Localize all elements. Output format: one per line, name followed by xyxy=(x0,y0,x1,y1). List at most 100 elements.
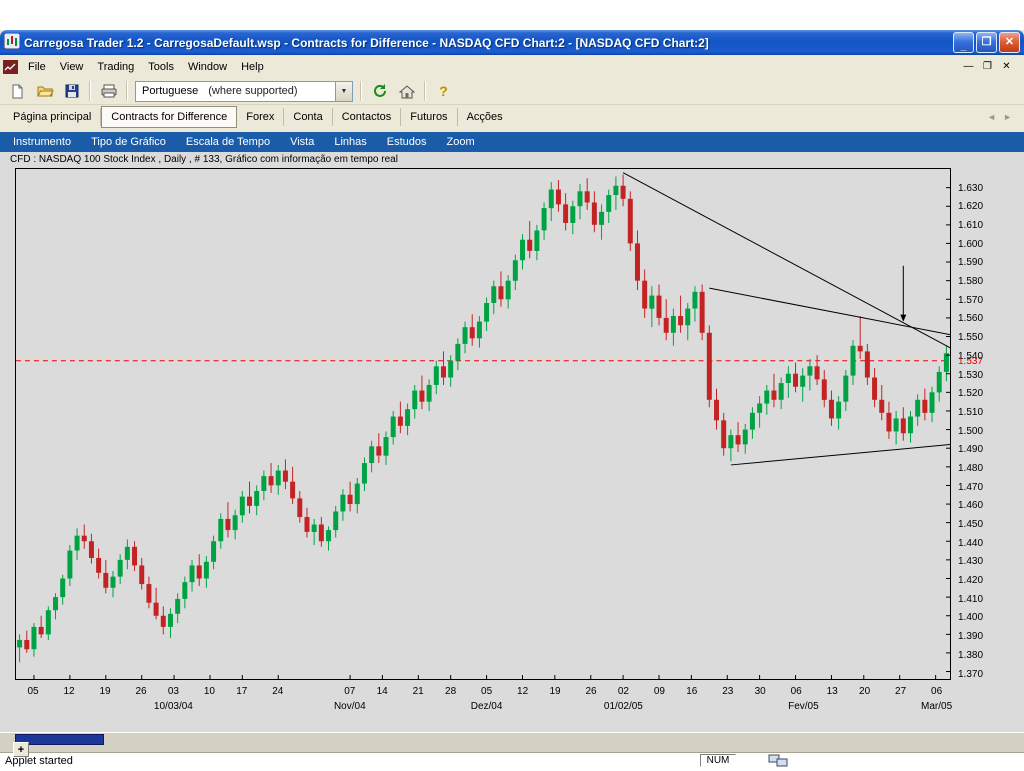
x-axis-month-label: 10/03/04 xyxy=(154,701,193,712)
y-axis-label: 1.600 xyxy=(958,239,983,250)
status-bar: Applet started NUM xyxy=(0,752,1024,768)
restore-button[interactable]: ❐ xyxy=(976,32,997,53)
save-icon xyxy=(64,83,80,99)
minimize-button[interactable]: _ xyxy=(953,32,974,53)
language-hint: (where supported) xyxy=(208,85,297,97)
mdi-window-controls: — ❐ ✕ xyxy=(960,59,1021,74)
app-window: Carregosa Trader 1.2 - CarregosaDefault.… xyxy=(0,30,1024,768)
help-button[interactable]: ? xyxy=(431,80,456,103)
current-price-label: 1.537 xyxy=(958,356,983,367)
x-axis-label: 12 xyxy=(517,686,528,697)
chart-menu-zoom[interactable]: Zoom xyxy=(437,134,485,150)
title-bar[interactable]: Carregosa Trader 1.2 - CarregosaDefault.… xyxy=(0,30,1024,55)
menu-trading[interactable]: Trading xyxy=(90,57,141,77)
y-axis-label: 1.550 xyxy=(958,332,983,343)
chart-menu-bar: Instrumento Tipo de Gráfico Escala de Te… xyxy=(0,132,1024,152)
new-button[interactable] xyxy=(5,80,30,103)
x-axis-label: 19 xyxy=(99,686,110,697)
mdi-close-button[interactable]: ✕ xyxy=(998,59,1015,74)
toolbar-separator xyxy=(126,81,128,101)
x-axis-label: 14 xyxy=(377,686,388,697)
y-axis-label: 1.460 xyxy=(958,500,983,511)
menu-help[interactable]: Help xyxy=(234,57,271,77)
x-axis-label: 09 xyxy=(654,686,665,697)
x-axis-label: 21 xyxy=(413,686,424,697)
x-axis-label: 07 xyxy=(344,686,355,697)
candlestick-chart[interactable] xyxy=(15,168,951,680)
y-axis-label: 1.510 xyxy=(958,407,983,418)
x-axis-label: 27 xyxy=(895,686,906,697)
num-lock-indicator: NUM xyxy=(700,754,736,767)
y-axis-label: 1.530 xyxy=(958,370,983,381)
chart-menu-estudos[interactable]: Estudos xyxy=(377,134,437,150)
tab-strip: Página principal Contracts for Differenc… xyxy=(0,105,1024,128)
mdi-child-icon[interactable] xyxy=(3,60,18,74)
app-icon xyxy=(4,33,20,52)
x-axis-label: 02 xyxy=(618,686,629,697)
x-axis-label: 12 xyxy=(63,686,74,697)
refresh-button[interactable] xyxy=(367,80,392,103)
network-status-icon xyxy=(768,754,788,771)
tab-futuros[interactable]: Futuros xyxy=(401,108,457,126)
tab-accoes[interactable]: Acções xyxy=(458,108,512,126)
y-axis-label: 1.590 xyxy=(958,257,983,268)
dropdown-arrow-icon[interactable]: ▼ xyxy=(335,82,352,101)
chart-menu-tipo-de-grafico[interactable]: Tipo de Gráfico xyxy=(81,134,176,150)
language-value: Portuguese xyxy=(136,85,204,97)
y-axis-label: 1.620 xyxy=(958,201,983,212)
tab-conta[interactable]: Conta xyxy=(284,108,332,126)
x-axis-label: 26 xyxy=(135,686,146,697)
print-button[interactable] xyxy=(96,80,121,103)
y-axis-label: 1.490 xyxy=(958,444,983,455)
horizontal-scrollbar[interactable] xyxy=(0,732,1024,746)
tab-scroll-left-icon[interactable]: ◄ xyxy=(987,112,996,122)
tab-pagina-principal[interactable]: Página principal xyxy=(4,108,101,126)
x-axis-label: 06 xyxy=(931,686,942,697)
home-button[interactable] xyxy=(394,80,419,103)
y-axis-label: 1.370 xyxy=(958,669,983,680)
toolbar-separator xyxy=(424,81,426,101)
mdi-restore-button[interactable]: ❐ xyxy=(979,59,996,74)
open-button[interactable] xyxy=(32,80,57,103)
menu-file[interactable]: File xyxy=(21,57,53,77)
tab-contracts-for-difference[interactable]: Contracts for Difference xyxy=(101,106,237,128)
x-axis-label: 23 xyxy=(722,686,733,697)
chart-menu-escala-de-tempo[interactable]: Escala de Tempo xyxy=(176,134,280,150)
language-select[interactable]: Portuguese (where supported) ▼ xyxy=(135,81,353,102)
menu-window[interactable]: Window xyxy=(181,57,234,77)
x-axis-label: 16 xyxy=(686,686,697,697)
x-axis-label: 05 xyxy=(27,686,38,697)
y-axis-label: 1.520 xyxy=(958,388,983,399)
y-axis-label: 1.560 xyxy=(958,313,983,324)
y-axis-label: 1.410 xyxy=(958,594,983,605)
chart-menu-linhas[interactable]: Linhas xyxy=(324,134,376,150)
x-axis-label: 28 xyxy=(445,686,456,697)
zoom-in-button[interactable]: + xyxy=(13,742,29,757)
chart-menu-instrumento[interactable]: Instrumento xyxy=(3,134,81,150)
tab-forex[interactable]: Forex xyxy=(237,108,284,126)
x-axis-label: 20 xyxy=(859,686,870,697)
printer-icon xyxy=(100,83,118,99)
chart-menu-vista[interactable]: Vista xyxy=(280,134,324,150)
tab-scroll-right-icon[interactable]: ► xyxy=(1003,112,1012,122)
y-axis-label: 1.400 xyxy=(958,612,983,623)
x-axis-month-label: Nov/04 xyxy=(334,701,366,712)
tab-contactos[interactable]: Contactos xyxy=(333,108,402,126)
window-title: Carregosa Trader 1.2 - CarregosaDefault.… xyxy=(24,36,949,50)
x-axis-label: 10 xyxy=(204,686,215,697)
menu-tools[interactable]: Tools xyxy=(141,57,181,77)
save-button[interactable] xyxy=(59,80,84,103)
chart-panel: CFD : NASDAQ 100 Stock Index , Daily , #… xyxy=(0,152,1024,732)
y-axis-label: 1.420 xyxy=(958,575,983,586)
menu-view[interactable]: View xyxy=(53,57,91,77)
close-button[interactable]: ✕ xyxy=(999,32,1020,53)
y-axis-label: 1.430 xyxy=(958,556,983,567)
menu-bar: File View Trading Tools Window Help — ❐ … xyxy=(0,55,1024,78)
y-axis-label: 1.470 xyxy=(958,482,983,493)
y-axis-label: 1.570 xyxy=(958,295,983,306)
x-axis-label: 30 xyxy=(755,686,766,697)
mdi-minimize-button[interactable]: — xyxy=(960,59,977,74)
x-axis-label: 17 xyxy=(236,686,247,697)
toolbar-separator xyxy=(360,81,362,101)
chart-title: CFD : NASDAQ 100 Stock Index , Daily , #… xyxy=(0,152,1024,168)
